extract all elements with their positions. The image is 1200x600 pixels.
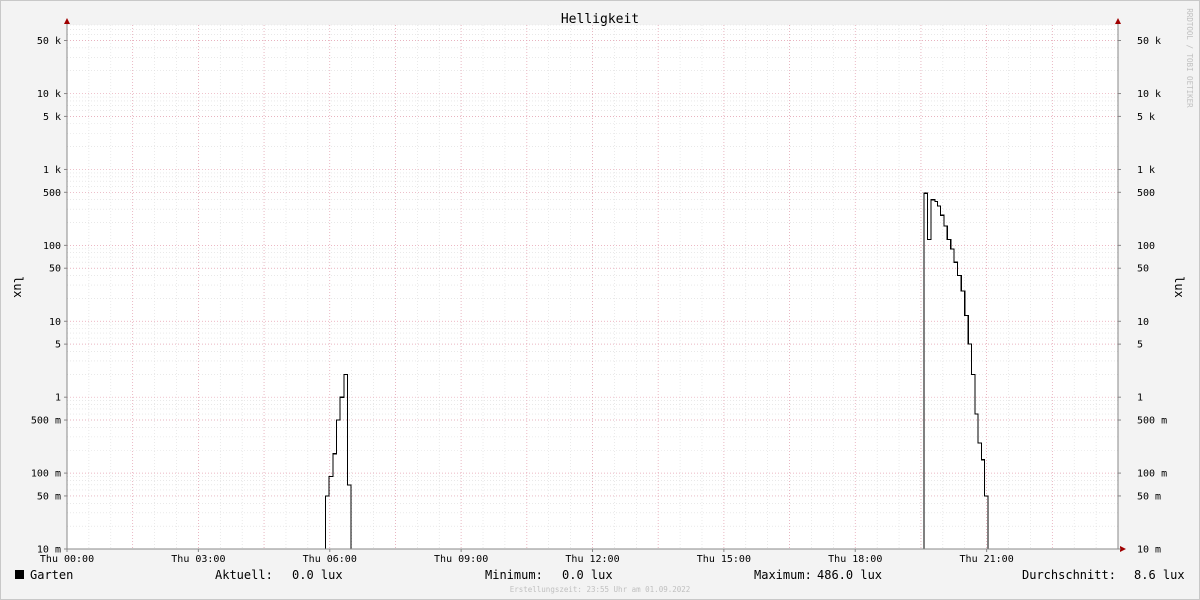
y-tick-label-right: 1	[1137, 393, 1143, 404]
y-tick-label-left: 5	[55, 340, 61, 351]
y-tick-label-left: 1	[55, 393, 61, 404]
x-tick-label: Thu 15:00	[697, 554, 751, 565]
legend-swatch	[15, 570, 24, 579]
y-tick-label-right: 50 k	[1137, 36, 1161, 47]
legend-durchschnitt-label: Durchschnitt:	[1022, 568, 1116, 582]
y-axis-label-left: lux	[11, 276, 25, 298]
legend-maximum-label: Maximum:	[754, 568, 812, 582]
legend-minimum-label: Minimum:	[485, 568, 543, 582]
x-tick-label: Thu 03:00	[171, 554, 225, 565]
x-tick-label: Thu 21:00	[960, 554, 1014, 565]
y-tick-label-right: 5	[1137, 340, 1143, 351]
y-tick-label-right: 10 k	[1137, 89, 1161, 100]
y-tick-label-left: 100	[43, 241, 61, 252]
y-tick-label-left: 50 k	[37, 36, 61, 47]
y-tick-label-left: 500	[43, 188, 61, 199]
watermark: RRDTOOL / TOBI OETIKER	[1185, 8, 1194, 108]
y-tick-label-left: 50 m	[37, 491, 61, 502]
footer-timestamp: Erstellungszeit: 23:55 Uhr am 01.09.2022	[510, 585, 691, 594]
y-axis-right-arrow	[1115, 18, 1121, 24]
legend-maximum-value: 486.0 lux	[817, 568, 882, 582]
y-tick-label-right: 5 k	[1137, 112, 1155, 123]
y-tick-label-left: 50	[49, 264, 61, 275]
y-tick-label-right: 100	[1137, 241, 1155, 252]
y-tick-label-right: 100 m	[1137, 469, 1167, 480]
y-tick-label-right: 50 m	[1137, 491, 1161, 502]
chart-svg: 10 m 10 m50 m 50 m100 m 100 m500 m 500 m1 15 5…	[11, 8, 1194, 594]
x-tick-label: Thu 18:00	[828, 554, 882, 565]
y-tick-label-left: 5 k	[43, 112, 61, 123]
y-tick-label-right: 10	[1137, 317, 1149, 328]
legend-durchschnitt-value: 8.6 lux	[1134, 568, 1185, 582]
y-axis-label-right: lux	[1172, 276, 1186, 298]
x-tick-label: Thu 12:00	[565, 554, 619, 565]
y-tick-label-right: 50	[1137, 264, 1149, 275]
legend-series-name: Garten	[30, 568, 73, 582]
y-tick-label-right: 500	[1137, 188, 1155, 199]
legend-aktuell-value: 0.0 lux	[292, 568, 343, 582]
chart-title: Helligkeit	[561, 12, 639, 27]
y-tick-label-right: 10 m	[1137, 545, 1161, 556]
y-tick-label-left: 10	[49, 317, 61, 328]
y-tick-label-left: 100 m	[31, 469, 61, 480]
x-tick-label: Thu 09:00	[434, 554, 488, 565]
legend-aktuell-label: Aktuell:	[215, 568, 273, 582]
y-tick-label-right: 500 m	[1137, 416, 1167, 427]
y-tick-label-left: 1 k	[43, 165, 61, 176]
y-tick-label-right: 1 k	[1137, 165, 1155, 176]
y-tick-label-left: 10 k	[37, 89, 61, 100]
y-tick-label-left: 500 m	[31, 416, 61, 427]
x-tick-label: Thu 00:00	[40, 554, 94, 565]
legend-minimum-value: 0.0 lux	[562, 568, 613, 582]
y-axis-left-arrow	[64, 18, 70, 24]
x-tick-label: Thu 06:00	[303, 554, 357, 565]
